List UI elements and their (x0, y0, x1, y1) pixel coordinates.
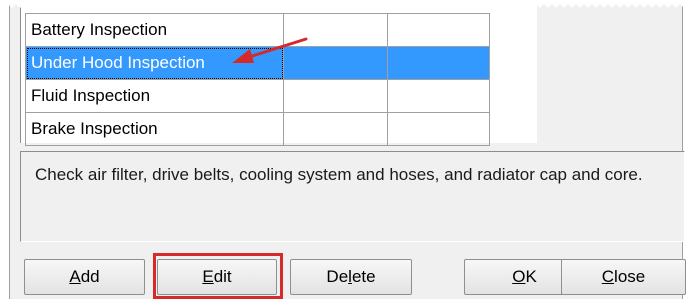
inspection-description: Check air filter, drive belts, cooling s… (20, 151, 685, 242)
close-button-label-post: lose (614, 267, 646, 286)
close-button[interactable]: Close (561, 259, 686, 295)
inspection-grid[interactable]: Battery Inspection Under Hood Inspection… (20, 0, 537, 146)
delete-button-label-pre: De (326, 267, 349, 286)
grid-cell[interactable] (387, 13, 490, 47)
table-row[interactable]: Brake Inspection (25, 112, 490, 146)
add-button[interactable]: Add (24, 259, 145, 295)
table-row-selected[interactable]: Under Hood Inspection (25, 46, 490, 80)
inspection-name-cell[interactable]: Fluid Inspection (25, 79, 284, 113)
close-button-hotkey: C (601, 267, 615, 286)
grid-cell[interactable] (283, 13, 388, 47)
inspection-name-cell[interactable]: Brake Inspection (25, 112, 284, 146)
table-row[interactable]: Fluid Inspection (25, 79, 490, 113)
grid-cell[interactable] (283, 112, 388, 146)
inspection-dialog: Battery Inspection Under Hood Inspection… (9, 0, 686, 299)
edit-button[interactable]: Edit (157, 259, 277, 295)
ok-button-hotkey: O (512, 267, 526, 286)
grid-cell[interactable] (387, 112, 490, 146)
grid-cell[interactable] (387, 79, 490, 113)
inspection-table: Battery Inspection Under Hood Inspection… (25, 13, 490, 146)
grid-empty-area (499, 0, 537, 143)
add-button-label-post: dd (80, 267, 100, 286)
add-button-hotkey: A (69, 267, 81, 286)
grid-cell[interactable] (387, 46, 490, 80)
delete-button[interactable]: Delete (290, 259, 412, 295)
ok-button-label-post: K (525, 267, 537, 286)
inspection-name-cell[interactable]: Under Hood Inspection (25, 46, 284, 80)
delete-button-label-post: ete (351, 267, 376, 286)
table-row[interactable]: Battery Inspection (25, 13, 490, 47)
inspection-name-cell[interactable]: Battery Inspection (25, 13, 284, 47)
edit-button-hotkey: E (202, 267, 214, 286)
edit-button-label-post: dit (213, 267, 232, 286)
grid-cell[interactable] (283, 79, 388, 113)
grid-cell[interactable] (283, 46, 388, 80)
